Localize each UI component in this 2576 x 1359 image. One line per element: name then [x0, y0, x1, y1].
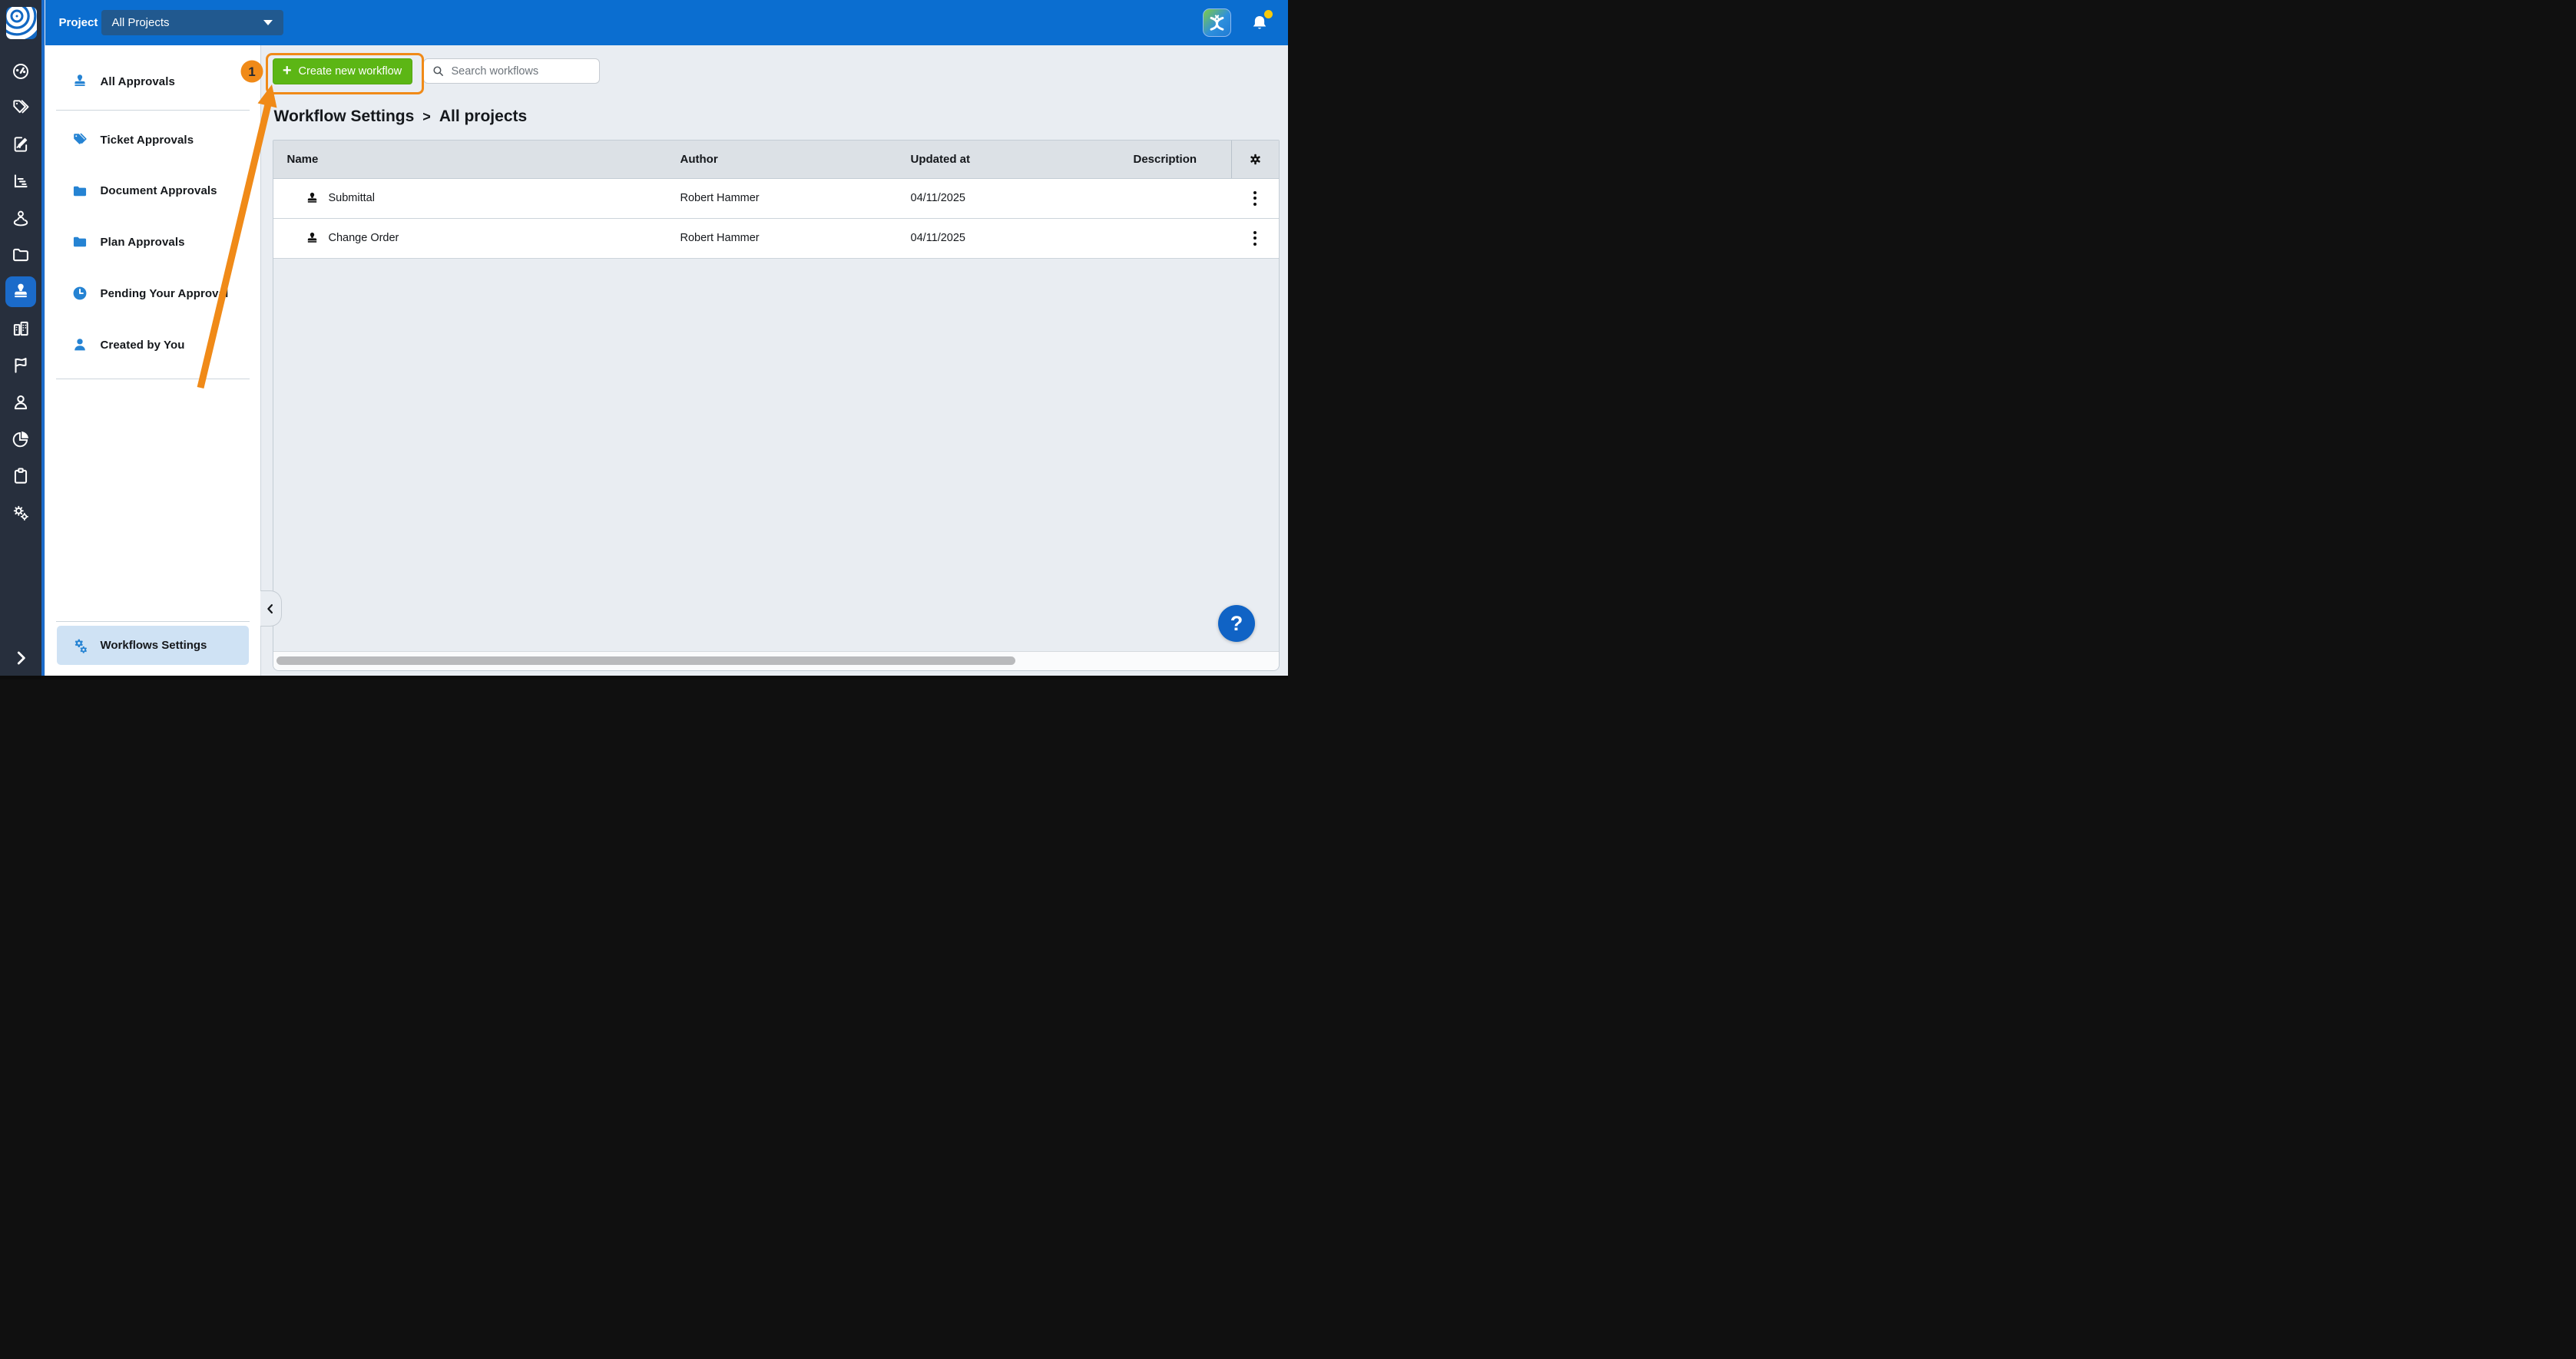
tags-icon[interactable] — [5, 92, 36, 123]
app-logo[interactable] — [6, 7, 37, 39]
horizontal-scrollbar-thumb[interactable] — [276, 656, 1015, 665]
horizontal-scrollbar — [273, 651, 1279, 670]
sidebar-item-label: All Approvals — [101, 75, 175, 88]
notification-badge — [1264, 10, 1273, 18]
help-button[interactable]: ? — [1218, 605, 1255, 642]
person-pin-icon[interactable] — [5, 203, 36, 233]
search-icon — [432, 64, 445, 78]
breadcrumb-section[interactable]: Workflow Settings — [274, 107, 415, 126]
sidebar-item-label: Pending Your Approval — [101, 287, 229, 300]
breadcrumb: Workflow Settings > All projects — [274, 107, 528, 126]
folder-icon — [71, 233, 88, 250]
row-menu-kebab-icon[interactable] — [1249, 226, 1261, 250]
column-header-author[interactable]: Author — [667, 153, 897, 166]
document-edit-icon[interactable] — [5, 129, 36, 160]
project-dropdown-value: All Projects — [112, 16, 170, 29]
buildings-icon[interactable] — [5, 313, 36, 344]
breadcrumb-separator-icon: > — [422, 109, 431, 125]
search-workflows-box — [423, 58, 600, 84]
expand-rail-chevron-icon[interactable] — [5, 643, 36, 673]
stamp-icon — [71, 73, 88, 90]
notifications-button[interactable] — [1248, 10, 1271, 36]
sidebar-item-ticket-approvals[interactable]: Ticket Approvals — [45, 124, 260, 155]
table-row[interactable]: Change Order Robert Hammer 04/11/2025 — [273, 219, 1279, 259]
workflow-name: Submittal — [329, 192, 375, 204]
sidebar-item-label: Ticket Approvals — [101, 134, 194, 147]
plus-icon: + — [283, 63, 292, 78]
breadcrumb-current: All projects — [439, 107, 527, 126]
column-header-updated-at[interactable]: Updated at — [897, 153, 1127, 166]
sidebar-item-label: Created by You — [101, 339, 185, 352]
stamp-icon — [305, 231, 320, 246]
sidebar-divider — [56, 110, 250, 111]
report-chart-icon[interactable] — [5, 166, 36, 197]
sidebar-item-document-approvals[interactable]: Document Approvals — [45, 176, 260, 207]
stamp-icon-active[interactable] — [5, 276, 36, 307]
sidebar-item-workflows-settings[interactable]: Workflows Settings — [57, 626, 249, 665]
project-label: Project — [59, 0, 98, 45]
sidebar-item-plan-approvals[interactable]: Plan Approvals — [45, 226, 260, 257]
window-bottom-edge — [0, 676, 1288, 680]
workflow-updated: 04/11/2025 — [897, 192, 1127, 204]
stamp-icon — [305, 191, 320, 206]
workflow-author: Robert Hammer — [667, 192, 897, 204]
table-settings-button[interactable] — [1231, 141, 1279, 178]
project-dropdown[interactable]: All Projects — [101, 10, 283, 35]
settings-gears-icon[interactable] — [5, 498, 36, 528]
sidebar-item-created-by-you[interactable]: Created by You — [45, 329, 260, 360]
tags-icon — [71, 131, 88, 148]
flag-icon[interactable] — [5, 350, 36, 381]
row-menu-kebab-icon[interactable] — [1249, 187, 1261, 210]
sidebar-item-all-approvals[interactable]: All Approvals — [45, 66, 260, 97]
top-bar: Project All Projects — [45, 0, 1289, 45]
gauge-icon[interactable] — [5, 56, 36, 87]
collapse-sidebar-button[interactable] — [260, 590, 282, 627]
workflow-name: Change Order — [329, 232, 399, 244]
gear-icon — [1248, 152, 1263, 167]
integrations-app-button[interactable] — [1203, 8, 1231, 37]
logo-arcs-icon — [6, 7, 37, 39]
chevron-left-icon — [263, 602, 277, 616]
folder-icon — [71, 183, 88, 200]
settings-gears-icon — [71, 637, 90, 655]
clock-icon — [71, 285, 88, 302]
workflows-table-viewport: Name Author Updated at Description — [273, 140, 1280, 671]
left-icon-rail — [0, 0, 45, 676]
person-icon[interactable] — [5, 387, 36, 418]
table-header-row: Name Author Updated at Description — [273, 141, 1279, 179]
approvals-sidebar: All Approvals Ticket Approvals Document … — [45, 45, 261, 676]
search-workflows-input[interactable] — [450, 64, 599, 78]
column-header-description[interactable]: Description — [1127, 153, 1231, 166]
person-icon — [71, 336, 88, 353]
create-button-label: Create new workflow — [299, 65, 402, 78]
question-mark-icon: ? — [1230, 612, 1243, 636]
sidebar-item-label: Workflows Settings — [101, 639, 207, 652]
pie-chart-icon[interactable] — [5, 424, 36, 455]
clipboard-icon[interactable] — [5, 461, 36, 491]
column-header-name[interactable]: Name — [273, 153, 667, 166]
workflow-updated: 04/11/2025 — [897, 232, 1127, 244]
sidebar-item-pending-your-approval[interactable]: Pending Your Approval — [45, 278, 260, 309]
table-row[interactable]: Submittal Robert Hammer 04/11/2025 — [273, 179, 1279, 219]
folder-icon[interactable] — [5, 240, 36, 270]
sidebar-item-label: Plan Approvals — [101, 236, 185, 249]
app-window: Project All Projects — [0, 0, 1288, 680]
sidebar-divider — [56, 621, 250, 622]
main-content: + Create new workflow Workflow Settings … — [261, 45, 1289, 676]
create-new-workflow-button[interactable]: + Create new workflow — [273, 58, 412, 84]
butterfly-x-icon — [1204, 9, 1230, 36]
workflow-author: Robert Hammer — [667, 232, 897, 244]
sidebar-item-label: Document Approvals — [101, 184, 217, 197]
caret-down-icon — [263, 20, 273, 25]
